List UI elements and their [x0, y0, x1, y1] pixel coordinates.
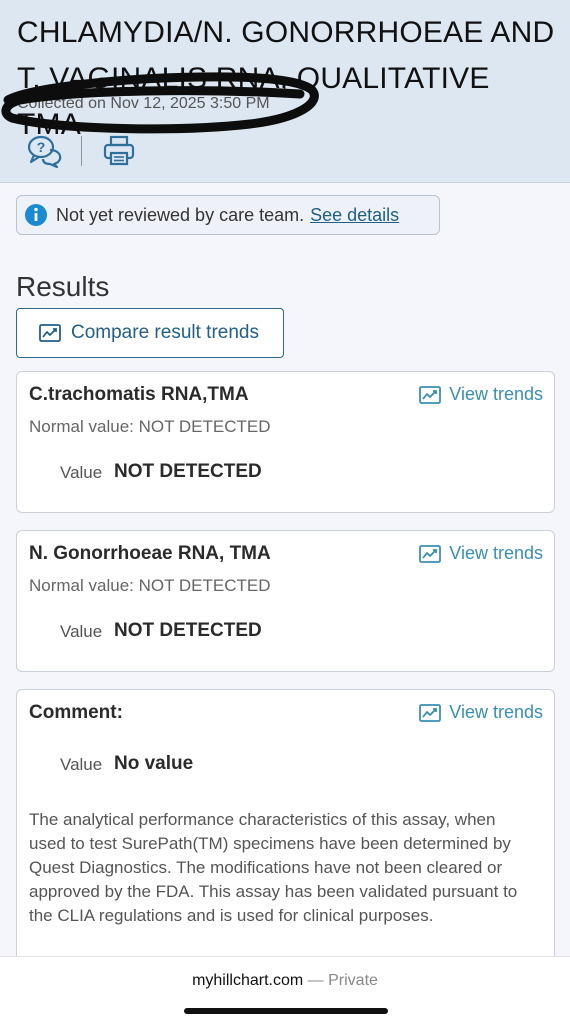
privacy-label: — Private	[307, 972, 378, 989]
notice-text: Not yet reviewed by care team.	[56, 204, 305, 225]
url-bar[interactable]: myhillchart.com — Private	[0, 972, 570, 990]
view-trends-link[interactable]: View trends	[419, 543, 543, 564]
trend-chart-icon	[419, 385, 442, 404]
view-trends-label: View trends	[449, 543, 543, 563]
trend-chart-icon	[419, 544, 442, 563]
result-card-chlamydia: C.trachomatis RNA,TMA View trends Normal…	[16, 371, 555, 513]
value-label: Value	[60, 463, 103, 482]
info-icon	[25, 204, 47, 226]
browser-footer: myhillchart.com — Private	[0, 956, 570, 1024]
svg-text:?: ?	[37, 139, 46, 155]
redaction-scribble	[1, 72, 319, 134]
normal-value: Normal value: NOT DETECTED	[29, 417, 271, 436]
print-icon[interactable]	[100, 133, 138, 169]
result-name: C.trachomatis RNA,TMA	[29, 384, 249, 405]
home-indicator[interactable]	[184, 1008, 388, 1014]
view-trends-label: View trends	[449, 384, 543, 404]
value-label: Value	[60, 755, 103, 774]
comment-text: The analytical performance characteristi…	[29, 810, 518, 925]
result-card-comment: Comment: View trends Value No value The …	[16, 689, 555, 989]
trend-chart-icon	[419, 703, 442, 722]
compare-trends-label: Compare result trends	[71, 322, 259, 343]
compare-trends-button[interactable]: Compare result trends	[16, 308, 284, 358]
site-url: myhillchart.com	[192, 972, 304, 989]
result-name: N. Gonorrhoeae RNA, TMA	[29, 543, 271, 564]
value-label: Value	[60, 622, 103, 641]
result-value: NOT DETECTED	[114, 620, 262, 641]
result-value: NOT DETECTED	[114, 461, 262, 482]
view-trends-link[interactable]: View trends	[419, 702, 543, 723]
page-header: CHLAMYDIA/N. GONORRHOEAE AND T. VAGINALI…	[0, 0, 570, 183]
header-actions: ?	[25, 133, 138, 169]
view-trends-link[interactable]: View trends	[419, 384, 543, 405]
review-notice: Not yet reviewed by care team. See detai…	[16, 195, 440, 235]
header-divider	[81, 136, 82, 166]
trend-chart-icon	[39, 324, 61, 342]
help-chat-icon[interactable]: ?	[25, 133, 63, 169]
result-card-gonorrhoeae: N. Gonorrhoeae RNA, TMA View trends Norm…	[16, 530, 555, 672]
view-trends-label: View trends	[449, 702, 543, 722]
see-details-link[interactable]: See details	[310, 205, 399, 226]
result-value: No value	[114, 753, 194, 774]
results-heading: Results	[16, 271, 110, 302]
normal-value: Normal value: NOT DETECTED	[29, 576, 271, 595]
result-name: Comment:	[29, 702, 123, 723]
